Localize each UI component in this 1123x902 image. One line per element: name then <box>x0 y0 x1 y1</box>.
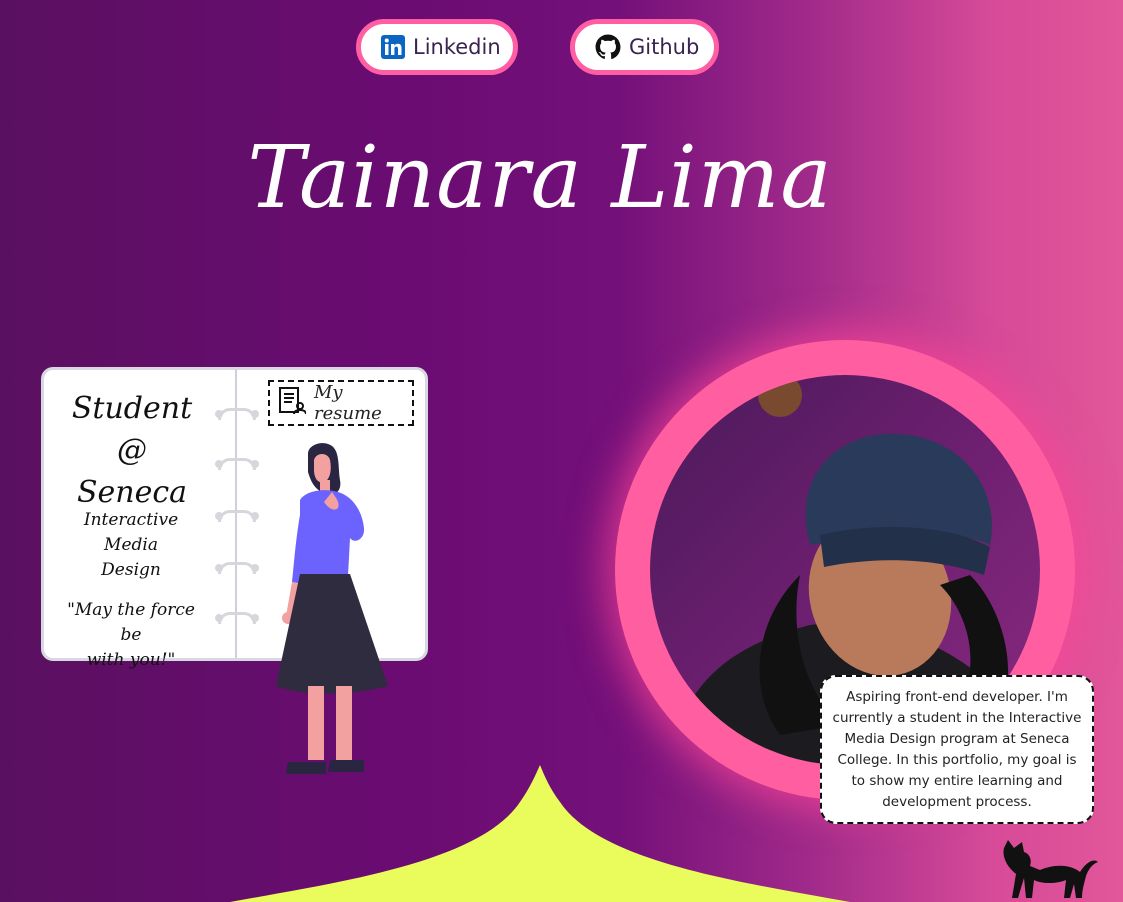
resume-link[interactable]: My resume <box>268 380 414 426</box>
notebook-student: Student <box>71 391 193 426</box>
resume-icon <box>278 386 307 421</box>
program-line1: Interactive Media <box>83 510 179 555</box>
github-button[interactable]: Github <box>570 19 719 75</box>
notebook-heading: Student @ Seneca <box>62 388 202 514</box>
notebook-ring <box>215 562 259 574</box>
notebook-ring <box>215 458 259 470</box>
notebook-school: @ Seneca <box>76 433 188 510</box>
notebook-ring <box>215 510 259 522</box>
github-icon <box>595 34 621 60</box>
quote-line2: with you!" <box>86 650 176 670</box>
notebook-program: Interactive Media Design <box>58 508 204 583</box>
resume-label: My resume <box>314 382 382 424</box>
cat-icon <box>1003 840 1098 898</box>
student-illustration <box>276 443 388 774</box>
notebook-ring <box>215 612 259 624</box>
program-line2: Design <box>101 560 161 580</box>
hero-name: Tainara Lima <box>247 128 833 228</box>
linkedin-label: Linkedin <box>413 35 501 59</box>
notebook-quote: "May the force be with you!" <box>58 598 204 673</box>
notebook-ring <box>215 408 259 420</box>
linkedin-icon <box>381 35 405 59</box>
bottom-wave <box>230 765 850 902</box>
quote-line1: "May the force be <box>67 600 195 645</box>
linkedin-button[interactable]: Linkedin <box>356 19 518 75</box>
github-label: Github <box>629 35 700 59</box>
